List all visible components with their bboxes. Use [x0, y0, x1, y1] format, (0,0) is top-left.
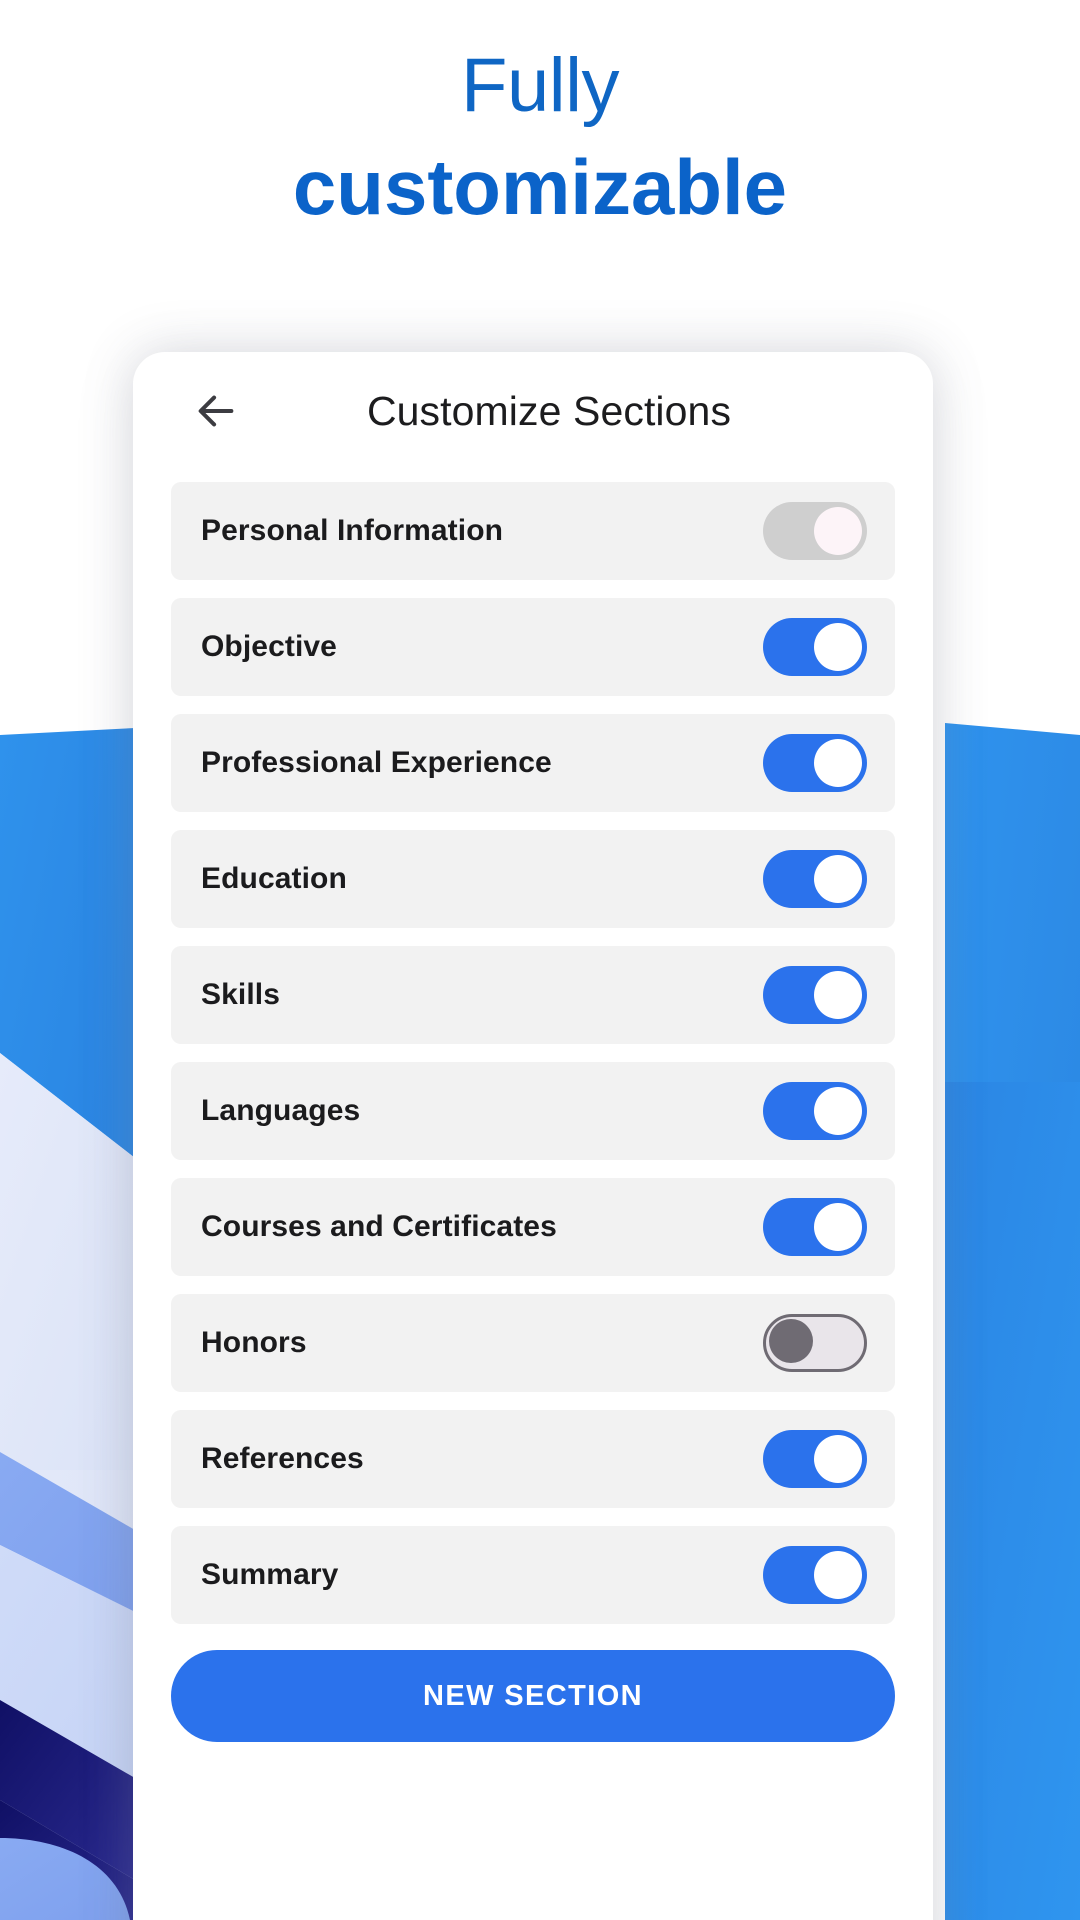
section-toggle-courses-and-certificates[interactable] — [763, 1198, 867, 1256]
list-item[interactable]: Courses and Certificates — [171, 1178, 895, 1276]
toggle-knob — [814, 507, 862, 555]
section-toggle-objective[interactable] — [763, 618, 867, 676]
section-toggle-personal-information[interactable] — [763, 502, 867, 560]
section-toggle-references[interactable] — [763, 1430, 867, 1488]
list-item[interactable]: Summary — [171, 1526, 895, 1624]
list-item[interactable]: Languages — [171, 1062, 895, 1160]
list-item[interactable]: Personal Information — [171, 482, 895, 580]
section-label: References — [201, 1442, 364, 1475]
toggle-knob — [814, 1435, 862, 1483]
back-button[interactable] — [189, 384, 243, 438]
headline-line-1: Fully — [461, 43, 619, 128]
screenshot-stage: Fully customizable Customize Sections Pe… — [0, 0, 1080, 1920]
section-toggle-education[interactable] — [763, 850, 867, 908]
toggle-knob — [814, 971, 862, 1019]
section-toggle-summary[interactable] — [763, 1546, 867, 1604]
list-item[interactable]: Professional Experience — [171, 714, 895, 812]
toggle-knob — [814, 739, 862, 787]
section-toggle-honors[interactable] — [763, 1314, 867, 1372]
sections-list: Personal Information Objective Professio… — [133, 470, 933, 1624]
section-label: Honors — [201, 1326, 307, 1359]
section-toggle-languages[interactable] — [763, 1082, 867, 1140]
section-toggle-skills[interactable] — [763, 966, 867, 1024]
toggle-knob — [814, 855, 862, 903]
section-label: Summary — [201, 1558, 339, 1591]
toggle-knob — [814, 1551, 862, 1599]
section-label: Education — [201, 862, 347, 895]
toggle-knob — [814, 1203, 862, 1251]
section-label: Professional Experience — [201, 746, 552, 779]
list-item[interactable]: Objective — [171, 598, 895, 696]
toggle-knob — [814, 623, 862, 671]
list-item[interactable]: Skills — [171, 946, 895, 1044]
section-label: Courses and Certificates — [201, 1210, 557, 1243]
list-item[interactable]: Honors — [171, 1294, 895, 1392]
app-screen-card: Customize Sections Personal Information … — [133, 352, 933, 1920]
headline-line-2: customizable — [292, 143, 788, 231]
toggle-knob — [769, 1319, 813, 1363]
toggle-knob — [814, 1087, 862, 1135]
arrow-left-icon — [193, 388, 239, 434]
list-item[interactable]: Education — [171, 830, 895, 928]
page-headline: Fully customizable — [0, 43, 1080, 231]
section-label: Objective — [201, 630, 337, 663]
list-item[interactable]: References — [171, 1410, 895, 1508]
new-section-button[interactable]: NEW SECTION — [171, 1650, 895, 1742]
section-label: Languages — [201, 1094, 361, 1127]
app-bar: Customize Sections — [133, 352, 933, 470]
section-label: Personal Information — [201, 514, 504, 547]
page-title: Customize Sections — [366, 387, 732, 434]
section-toggle-professional-experience[interactable] — [763, 734, 867, 792]
section-label: Skills — [201, 978, 280, 1011]
